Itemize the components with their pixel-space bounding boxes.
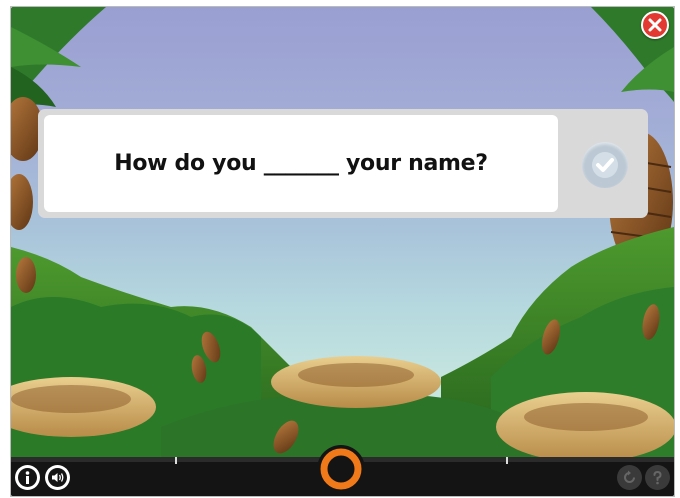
question-text: How do you _______ your name?: [114, 151, 488, 176]
branch-top-left: [11, 7, 106, 107]
nest-middle: [271, 356, 441, 408]
sound-button[interactable]: [45, 465, 70, 490]
progress-tick: [506, 457, 508, 464]
bottom-toolbar: [11, 445, 674, 496]
close-icon: [648, 18, 662, 32]
help-button[interactable]: [645, 465, 670, 490]
info-button[interactable]: [15, 465, 40, 490]
question-panel: How do you _______ your name?: [38, 109, 648, 218]
info-icon: [18, 468, 37, 487]
nest-right: [496, 392, 674, 462]
progress-tick: [175, 457, 177, 464]
question-card: How do you _______ your name?: [44, 115, 558, 212]
game-frame: How do you _______ your name?: [11, 7, 674, 496]
help-icon: [653, 470, 662, 485]
progress-ring: [317, 445, 365, 493]
forest-nest-background: [11, 7, 674, 496]
close-button[interactable]: [641, 11, 669, 39]
submit-check-button[interactable]: [582, 142, 628, 188]
speaker-icon: [48, 468, 67, 487]
replay-icon: [624, 470, 635, 483]
replay-button[interactable]: [617, 465, 642, 490]
checkmark-icon: [592, 152, 618, 178]
